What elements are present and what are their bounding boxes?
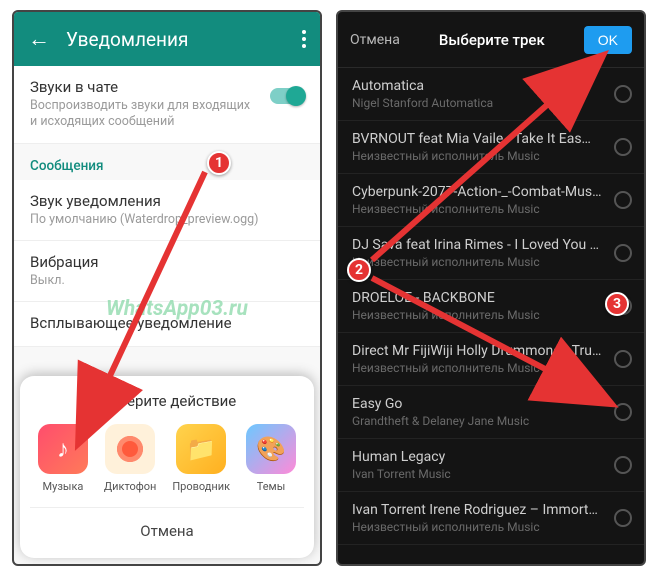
track-artist: Nigel Stanford Automatica xyxy=(352,96,630,110)
setting-value: Выкл. xyxy=(30,273,304,289)
track-row[interactable]: Automatica Nigel Stanford Automatica xyxy=(338,68,644,121)
radio-icon[interactable] xyxy=(614,509,632,527)
toggle-switch[interactable] xyxy=(270,88,304,104)
app-bar: ← Уведомления xyxy=(14,12,320,66)
track-list: Automatica Nigel Stanford Automatica BVRNO… xyxy=(338,68,644,545)
app-label: Диктофон xyxy=(104,480,157,493)
app-label: Темы xyxy=(257,480,286,493)
picker-header: Отмена Выберите трек OK xyxy=(338,12,644,68)
section-header-messages: Сообщения xyxy=(14,144,320,180)
track-artist: Неизвестный исполнитель Music xyxy=(352,202,630,216)
picker-title: Выберите трек xyxy=(439,31,545,49)
annotation-badge-2: 2 xyxy=(347,258,371,282)
setting-title: Звук уведомления xyxy=(30,192,304,210)
radio-icon[interactable] xyxy=(614,350,632,368)
track-artist: Grandtheft & Delaney Jane Music xyxy=(352,414,630,428)
track-title: Automatica xyxy=(352,78,630,94)
setting-value: По умолчанию (Waterdrop_preview.ogg) xyxy=(30,212,304,228)
radio-icon[interactable] xyxy=(614,244,632,262)
ok-button[interactable]: OK xyxy=(584,26,632,54)
app-themes[interactable]: 🎨 Темы xyxy=(246,424,296,493)
cancel-button[interactable]: Отмена xyxy=(350,32,400,48)
phone-settings: ← Уведомления Звуки в чате Воспроизводит… xyxy=(12,10,322,566)
back-icon[interactable]: ← xyxy=(28,26,48,52)
action-sheet: Выберите действие ♪ Музыка Диктофон 📁 Пр… xyxy=(20,376,314,558)
track-title: DROELOE - BACKBONE xyxy=(352,290,630,306)
app-row: ♪ Музыка Диктофон 📁 Проводник 🎨 Темы xyxy=(30,424,304,493)
folder-icon: 📁 xyxy=(176,424,226,474)
track-artist: Неизвестный исполнитель Music xyxy=(352,308,630,322)
radio-icon[interactable] xyxy=(614,191,632,209)
track-row[interactable]: Easy Go Grandtheft & Delaney Jane Music xyxy=(338,386,644,439)
track-title: BVRNOUT feat Mia Vaile - Take It Eas… xyxy=(352,131,630,147)
setting-popup[interactable]: Всплывающее уведомление xyxy=(14,302,320,347)
radio-icon[interactable] xyxy=(614,403,632,421)
track-title: Direct Mr FijiWiji Holly Drummond - Trus… xyxy=(352,343,630,359)
sheet-cancel-button[interactable]: Отмена xyxy=(30,507,304,548)
track-row[interactable]: DJ Sava feat Irina Rimes - I Loved You f… xyxy=(338,227,644,280)
setting-notification-sound[interactable]: Звук уведомления По умолчанию (Waterdrop… xyxy=(14,180,320,241)
radio-icon[interactable] xyxy=(614,85,632,103)
music-icon: ♪ xyxy=(38,424,88,474)
track-row[interactable]: Cyberpunk-2077-Action-_-Combat-Musi… Неиз… xyxy=(338,174,644,227)
setting-title: Вибрация xyxy=(30,253,304,271)
track-artist: Неизвестный исполнитель Music xyxy=(352,149,630,163)
app-files[interactable]: 📁 Проводник xyxy=(172,424,230,493)
annotation-badge-3: 3 xyxy=(605,292,629,316)
track-row[interactable]: Human Legacy Ivan Torrent Music xyxy=(338,439,644,492)
setting-vibration[interactable]: Вибрация Выкл. xyxy=(14,241,320,302)
track-title: Human Legacy xyxy=(352,449,630,465)
app-label: Проводник xyxy=(172,480,230,493)
more-icon[interactable] xyxy=(302,30,306,48)
setting-chat-sounds[interactable]: Звуки в чате Воспроизводить звуки для вх… xyxy=(14,66,320,144)
track-artist: Неизвестный исполнитель Music xyxy=(352,520,630,534)
track-title: DJ Sava feat Irina Rimes - I Loved You f… xyxy=(352,237,630,253)
track-artist: Неизвестный исполнитель Music xyxy=(352,361,630,375)
track-row[interactable]: Direct Mr FijiWiji Holly Drummond - Trus… xyxy=(338,333,644,386)
track-title: Cyberpunk-2077-Action-_-Combat-Musi… xyxy=(352,184,630,200)
app-music[interactable]: ♪ Музыка xyxy=(38,424,88,493)
setting-subtitle: Воспроизводить звуки для входящих и исхо… xyxy=(30,98,304,131)
track-row[interactable]: DROELOE - BACKBONE Неизвестный исполнител… xyxy=(338,280,644,333)
app-recorder[interactable]: Диктофон xyxy=(104,424,157,493)
setting-title: Всплывающее уведомление xyxy=(30,314,304,332)
phone-track-picker: Отмена Выберите трек OK Automatica Nigel … xyxy=(336,10,646,566)
sheet-title: Выберите действие xyxy=(30,392,304,410)
radio-icon[interactable] xyxy=(614,138,632,156)
annotation-badge-1: 1 xyxy=(207,151,231,175)
track-row[interactable]: BVRNOUT feat Mia Vaile - Take It Eas… Неи… xyxy=(338,121,644,174)
track-artist: Неизвестный исполнитель Music xyxy=(352,255,630,269)
track-title: Easy Go xyxy=(352,396,630,412)
setting-title: Звуки в чате xyxy=(30,78,304,96)
recorder-icon xyxy=(105,424,155,474)
track-row[interactable]: Ivan Torrent Irene Rodriguez – Immortal…… xyxy=(338,492,644,545)
page-title: Уведомления xyxy=(66,28,284,51)
app-label: Музыка xyxy=(43,480,84,493)
themes-icon: 🎨 xyxy=(246,424,296,474)
track-title: Ivan Torrent Irene Rodriguez – Immortal… xyxy=(352,502,630,518)
radio-icon[interactable] xyxy=(614,456,632,474)
track-artist: Ivan Torrent Music xyxy=(352,467,630,481)
